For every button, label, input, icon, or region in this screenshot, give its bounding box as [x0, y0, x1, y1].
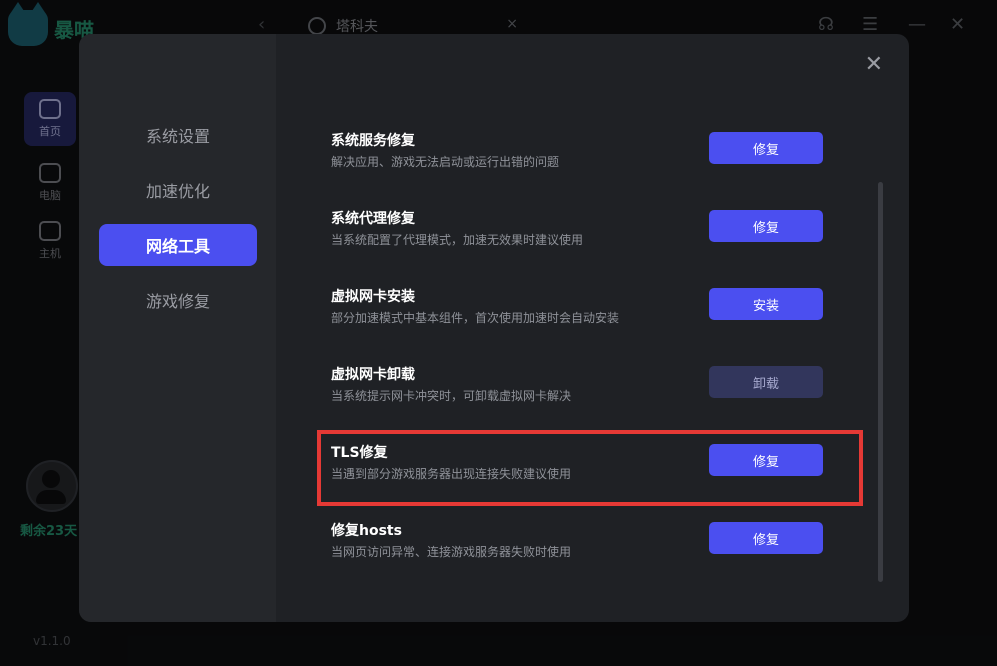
- row-desc: 当网页访问异常、连接游戏服务器失败时使用: [331, 545, 572, 559]
- row-desc: 当遇到部分游戏服务器出现连接失败建议使用: [331, 467, 572, 481]
- repair-proxy-button[interactable]: 修复: [709, 210, 823, 242]
- row-title: 修复hosts: [331, 523, 402, 539]
- repair-hosts-button[interactable]: 修复: [709, 522, 823, 554]
- row-title: 虚拟网卡安装: [331, 289, 415, 305]
- list-item: 系统代理修复 当系统配置了代理模式，加速无效果时建议使用 修复: [331, 208, 831, 258]
- tab-system-settings[interactable]: 系统设置: [99, 114, 257, 156]
- repair-service-button[interactable]: 修复: [709, 132, 823, 164]
- repair-tls-button[interactable]: 修复: [709, 444, 823, 476]
- list-item: 修复hosts 当网页访问异常、连接游戏服务器失败时使用 修复: [331, 520, 831, 570]
- install-adapter-button[interactable]: 安装: [709, 288, 823, 320]
- list-item: 虚拟网卡安装 部分加速模式中基本组件，首次使用加速时会自动安装 安装: [331, 286, 831, 336]
- tab-acceleration[interactable]: 加速优化: [99, 169, 257, 211]
- uninstall-adapter-button[interactable]: 卸载: [709, 366, 823, 398]
- row-title: 虚拟网卡卸载: [331, 367, 415, 383]
- tab-game-repair[interactable]: 游戏修复: [99, 279, 257, 321]
- settings-sidebar: 系统设置 加速优化 网络工具 游戏修复: [79, 34, 276, 622]
- row-desc: 当系统配置了代理模式，加速无效果时建议使用: [331, 233, 584, 247]
- list-item: 虚拟网卡卸载 当系统提示网卡冲突时，可卸载虚拟网卡解决 卸载: [331, 364, 831, 414]
- row-title: TLS修复: [331, 445, 388, 461]
- tab-network-tools[interactable]: 网络工具: [99, 224, 257, 266]
- list-item: 系统服务修复 解决应用、游戏无法启动或运行出错的问题 修复: [331, 130, 831, 180]
- row-desc: 部分加速模式中基本组件，首次使用加速时会自动安装: [331, 311, 620, 325]
- settings-modal: 系统设置 加速优化 网络工具 游戏修复 ✕ 系统服务修复 解决应用、游戏无法启动…: [79, 34, 909, 622]
- row-title: 系统代理修复: [331, 211, 415, 227]
- row-title: 系统服务修复: [331, 133, 415, 149]
- close-icon[interactable]: ✕: [865, 54, 883, 76]
- scrollbar[interactable]: [878, 182, 883, 582]
- list-item: TLS修复 当遇到部分游戏服务器出现连接失败建议使用 修复: [331, 442, 831, 492]
- row-desc: 当系统提示网卡冲突时，可卸载虚拟网卡解决: [331, 389, 572, 403]
- row-desc: 解决应用、游戏无法启动或运行出错的问题: [331, 155, 560, 169]
